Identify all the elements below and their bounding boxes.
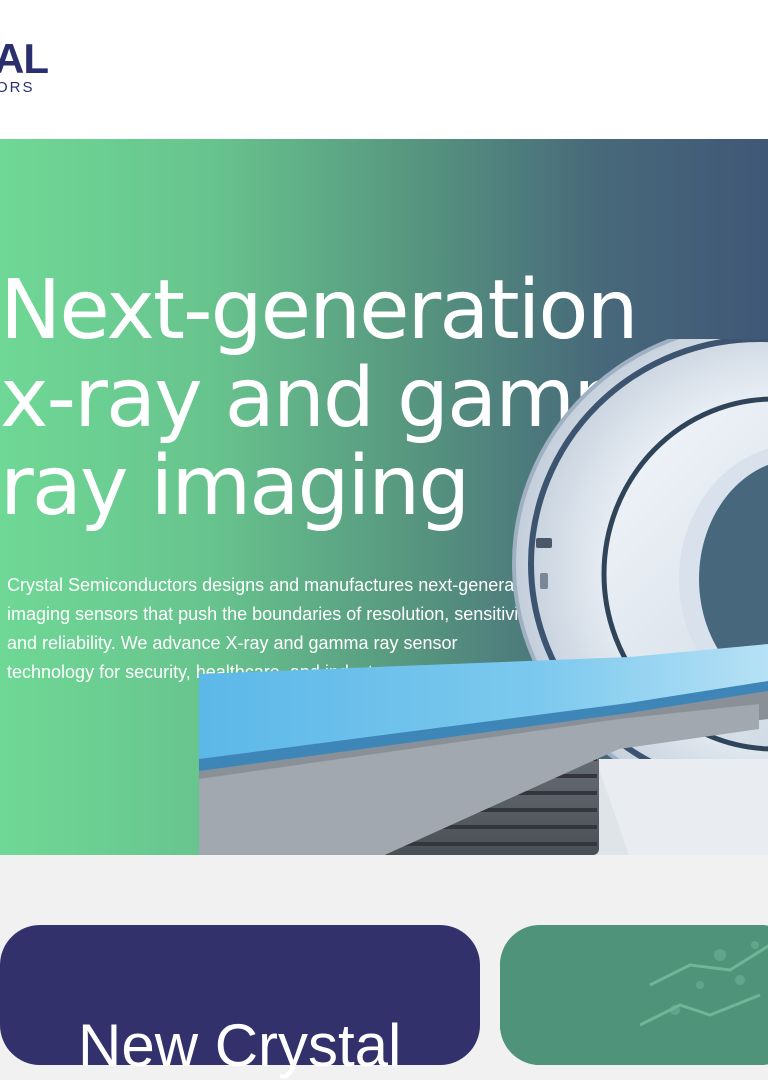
- new-crystal-card[interactable]: New Crystal: [0, 925, 480, 1079]
- hero-section: Next-generation x-ray and gamma ray imag…: [0, 139, 768, 855]
- circuit-board-image: [500, 925, 768, 1065]
- circuit-image-card[interactable]: [500, 925, 768, 1065]
- site-header: AL ORS: [0, 0, 768, 139]
- card-title: New Crystal: [78, 1012, 402, 1079]
- logo-wordmark: AL: [0, 35, 49, 82]
- logo-tagline: ORS: [0, 79, 35, 96]
- ct-scanner-image: [199, 339, 768, 855]
